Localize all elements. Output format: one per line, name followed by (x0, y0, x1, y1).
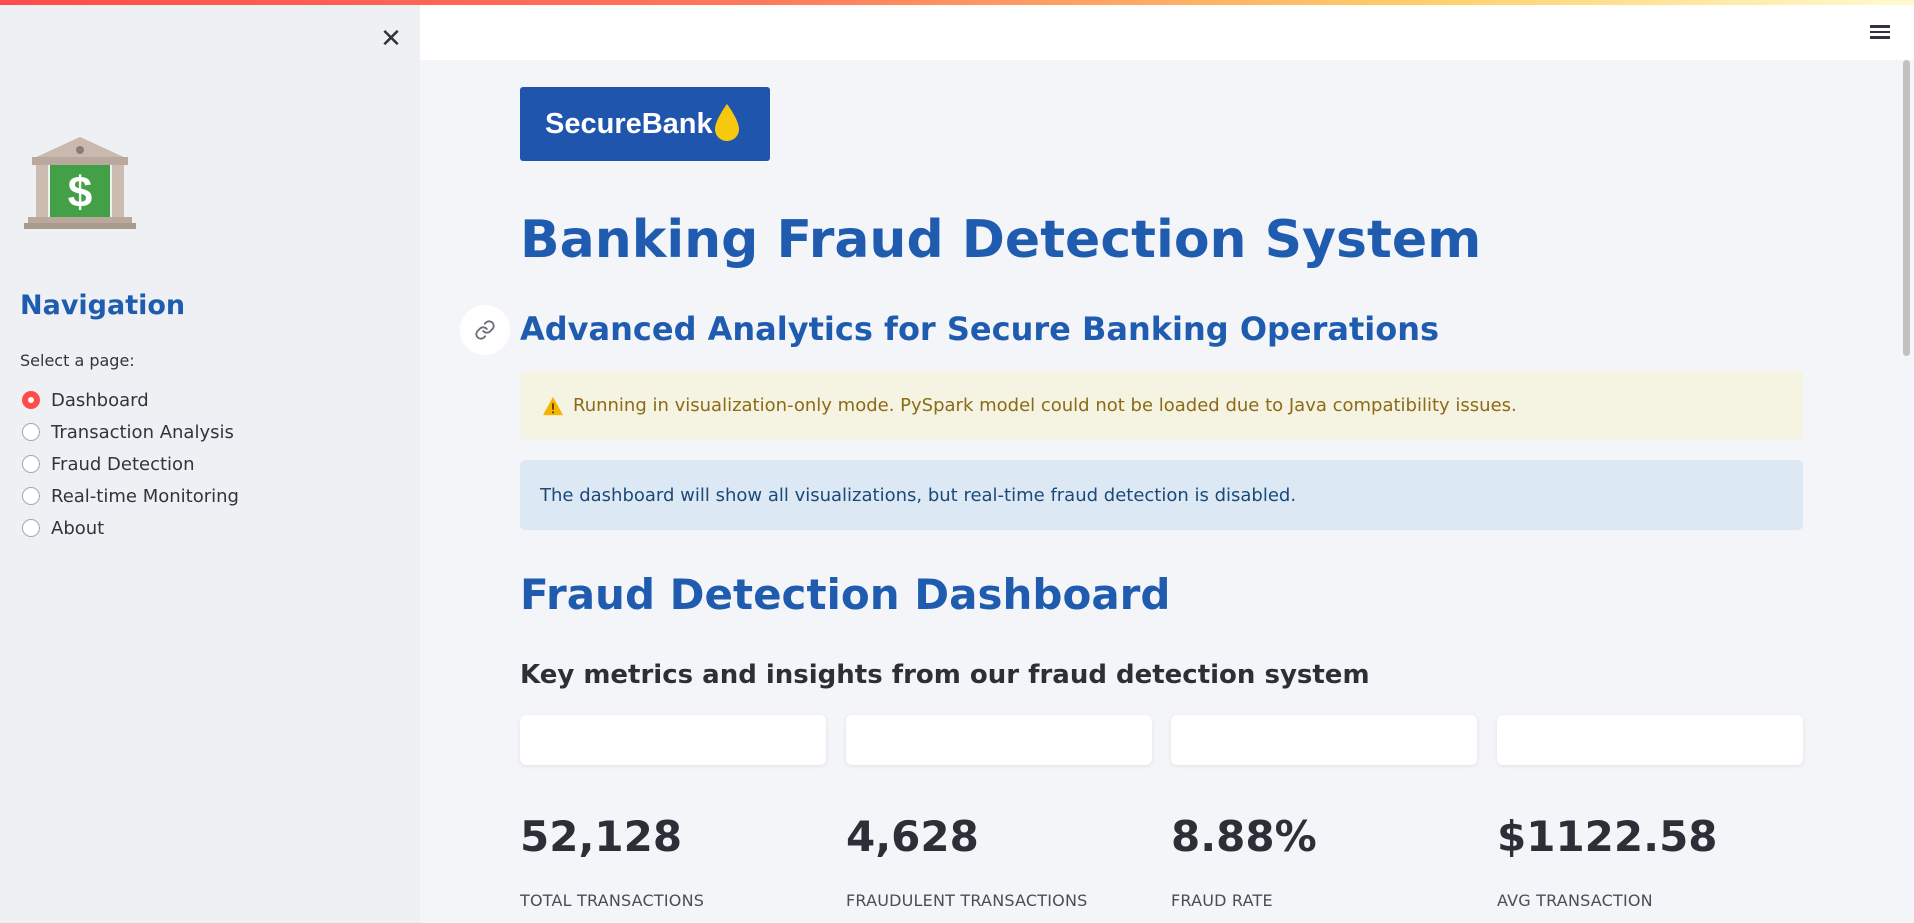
page-select-label: Select a page: (20, 351, 135, 370)
radio-option-label: About (51, 517, 105, 539)
warning-message: Running in visualization-only mode. PySp… (573, 395, 1517, 416)
securebank-logo: SecureBank (520, 87, 770, 161)
radio-selected-icon (22, 391, 40, 409)
metric-value-total-transactions: 52,128 (520, 812, 683, 861)
radio-unselected-icon (22, 423, 40, 441)
link-icon (475, 320, 495, 340)
anchor-link-button[interactable] (460, 305, 510, 355)
dashboard-heading: Fraud Detection Dashboard (520, 570, 1171, 619)
bank-building-icon: $ (24, 137, 136, 229)
close-icon: ✕ (380, 24, 402, 54)
radio-option-label: Fraud Detection (51, 453, 195, 475)
page-title: Banking Fraud Detection System (520, 210, 1482, 270)
logo-text: SecureBank (545, 107, 713, 140)
main-menu-button[interactable] (1866, 22, 1894, 46)
metric-label-fraudulent-transactions: FRAUDULENT TRANSACTIONS (846, 891, 1088, 910)
radio-option-transaction-analysis[interactable]: Transaction Analysis (22, 416, 239, 448)
radio-option-dashboard[interactable]: Dashboard (22, 384, 239, 416)
radio-unselected-icon (22, 455, 40, 473)
radio-unselected-icon (22, 487, 40, 505)
close-sidebar-button[interactable]: ✕ (376, 24, 406, 54)
svg-text:$: $ (68, 168, 92, 217)
dashboard-subheading: Key metrics and insights from our fraud … (520, 660, 1370, 690)
metric-card-total-transactions (520, 715, 826, 765)
warning-alert: Running in visualization-only mode. PySp… (520, 371, 1803, 440)
radio-option-real-time-monitoring[interactable]: Real-time Monitoring (22, 480, 239, 512)
sidebar: ✕ $ Navigation Select a page: Dashboard … (0, 0, 420, 923)
metric-value-fraud-rate: 8.88% (1171, 812, 1317, 861)
info-alert: The dashboard will show all visualizatio… (520, 460, 1803, 530)
navigation-heading: Navigation (20, 290, 186, 321)
metric-label-avg-transaction: AVG TRANSACTION (1497, 891, 1653, 910)
metric-value-fraudulent-transactions: 4,628 (846, 812, 979, 861)
radio-option-about[interactable]: About (22, 512, 239, 544)
radio-option-label: Transaction Analysis (51, 421, 234, 443)
radio-option-fraud-detection[interactable]: Fraud Detection (22, 448, 239, 480)
top-decoration-bar (0, 0, 1914, 5)
warning-icon (543, 396, 563, 415)
page-subtitle: Advanced Analytics for Secure Banking Op… (520, 310, 1440, 348)
radio-option-label: Real-time Monitoring (51, 485, 239, 507)
hamburger-menu-icon (1866, 25, 1894, 39)
metric-card-avg-transaction (1497, 715, 1803, 765)
metric-card-fraud-rate (1171, 715, 1477, 765)
info-message: The dashboard will show all visualizatio… (540, 484, 1297, 506)
app-header (420, 5, 1914, 60)
droplet-icon (714, 104, 739, 141)
page-radio-group: Dashboard Transaction Analysis Fraud Det… (22, 384, 239, 544)
metric-value-avg-transaction: $1122.58 (1497, 812, 1718, 861)
metric-card-fraudulent-transactions (846, 715, 1152, 765)
radio-option-label: Dashboard (51, 389, 149, 411)
metric-label-total-transactions: TOTAL TRANSACTIONS (520, 891, 705, 910)
metric-label-fraud-rate: FRAUD RATE (1171, 891, 1273, 910)
scrollbar[interactable] (1903, 60, 1910, 356)
radio-unselected-icon (22, 519, 40, 537)
